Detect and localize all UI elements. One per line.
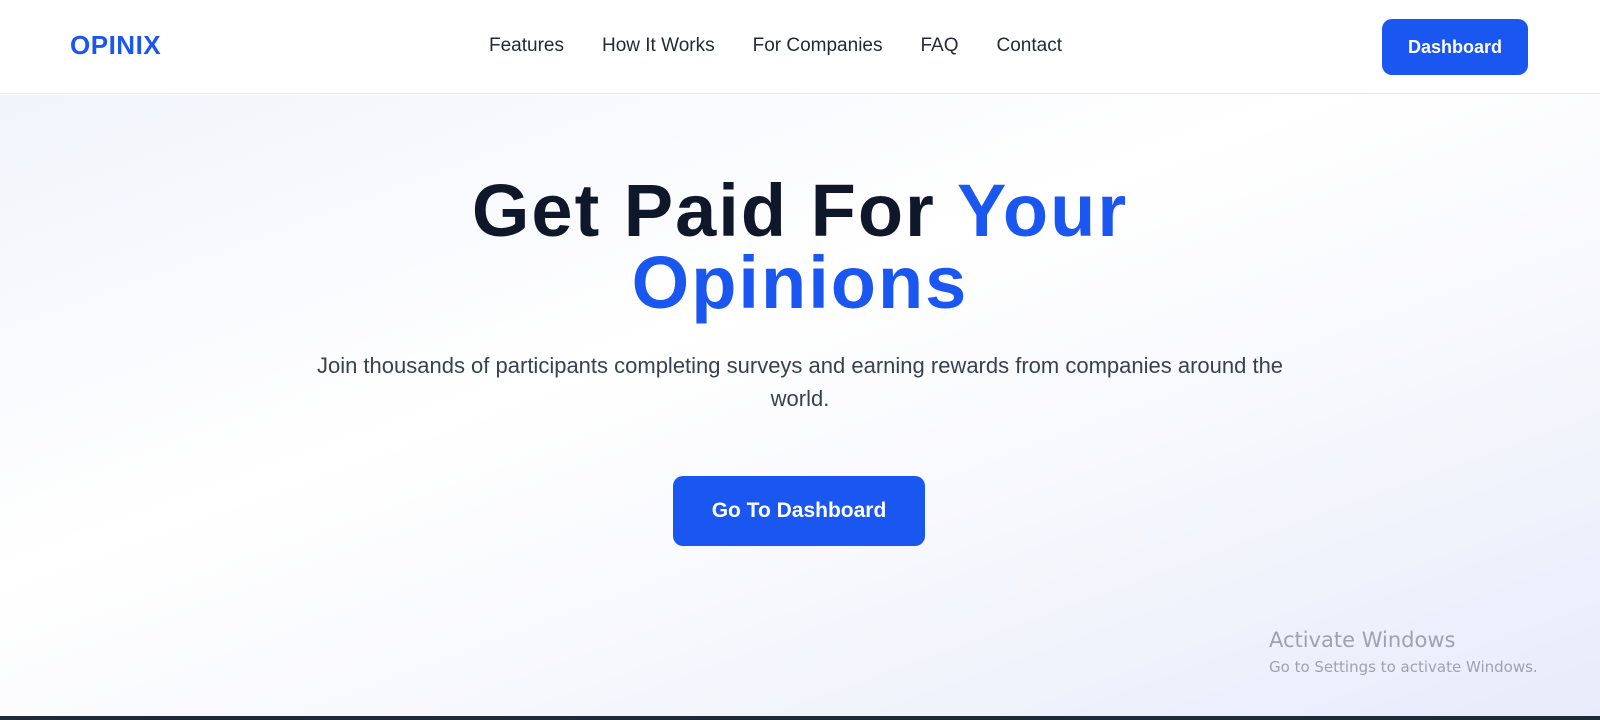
hero-title-accent-your: Your [957,169,1129,252]
hero-title-dark: Get Paid For [471,169,958,252]
nav-links: Features How It Works For Companies FAQ … [489,34,1062,58]
navbar: OPINIX Features How It Works For Compani… [0,0,1600,94]
taskbar-strip [0,716,1600,720]
hero-title-accent-opinions: Opinions [631,241,969,324]
hero-title: Get Paid For Your Opinions [0,174,1600,324]
activate-windows-watermark: Activate Windows Go to Settings to activ… [1269,627,1538,679]
nav-link-faq[interactable]: FAQ [920,34,958,58]
logo[interactable]: OPINIX [70,30,161,61]
dashboard-button[interactable]: Dashboard [1382,19,1528,75]
watermark-title: Activate Windows [1269,628,1456,652]
go-to-dashboard-button[interactable]: Go To Dashboard [673,476,925,546]
nav-link-for-companies[interactable]: For Companies [753,34,883,58]
nav-link-contact[interactable]: Contact [997,34,1062,58]
watermark-subtitle: Go to Settings to activate Windows. [1269,658,1538,676]
hero-subtitle: Join thousands of participants completin… [316,353,1284,411]
nav-link-features[interactable]: Features [489,34,564,58]
nav-link-how-it-works[interactable]: How It Works [602,34,715,58]
hero-title-line-1: Get Paid For Your [0,174,1600,248]
